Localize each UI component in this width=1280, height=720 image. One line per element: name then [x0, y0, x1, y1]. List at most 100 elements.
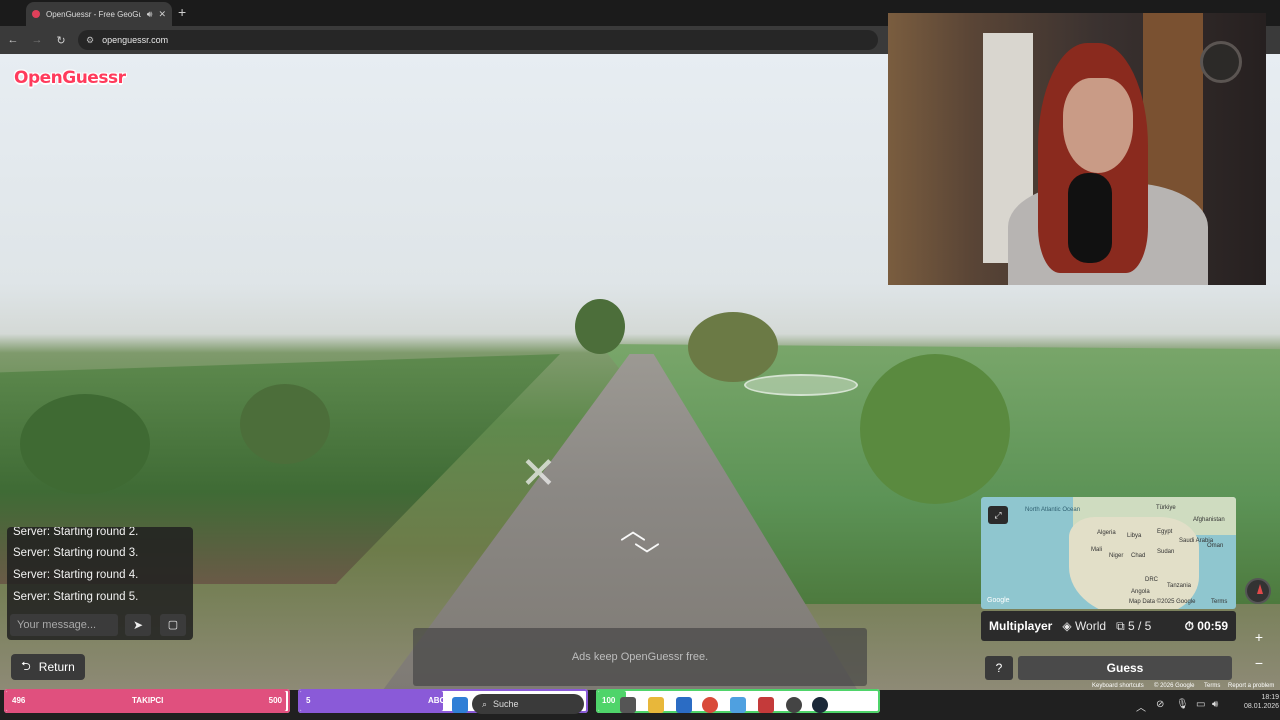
chrome-icon[interactable] [702, 697, 718, 713]
map-land-africa [1069, 517, 1199, 609]
network-icon[interactable]: ⊘ [1156, 699, 1164, 710]
map-label: Sudan [1157, 549, 1175, 555]
steam-icon[interactable] [812, 697, 828, 713]
chat-toggle-icon[interactable]: ▢ [160, 614, 186, 636]
task-view-icon[interactable] [620, 697, 636, 713]
compass-needle [1257, 584, 1263, 594]
compass-icon[interactable] [1245, 578, 1271, 604]
timer-icon: ⏱ [1184, 618, 1194, 633]
map-label: Libya [1127, 533, 1142, 539]
goal-target: 1000 [856, 696, 874, 705]
system-clock[interactable]: 18:19 08.01.2026 [1244, 693, 1279, 711]
tree [860, 354, 1010, 504]
volume-icon[interactable]: 🔊︎ [1212, 699, 1218, 710]
map-label: Oman [1207, 543, 1224, 549]
app-icon[interactable] [758, 697, 774, 713]
file-explorer-icon[interactable] [648, 697, 664, 713]
tree [688, 312, 778, 382]
map-label: Angola [1131, 589, 1150, 595]
guess-button[interactable]: Guess [1018, 656, 1232, 680]
copyright-text: © 2026 Google [1154, 683, 1195, 689]
road-marker: ✕ [520, 449, 557, 498]
map-label: Algeria [1097, 530, 1116, 536]
search-icon: ⌕ [482, 698, 488, 709]
tree [20, 394, 150, 494]
keyboard-shortcuts-link[interactable]: Keyboard shortcuts [1092, 683, 1144, 689]
round-counter: 5 / 5 [1127, 618, 1152, 633]
reload-icon[interactable]: ↻ [50, 34, 72, 47]
clock-date: 08.01.2026 [1244, 703, 1280, 710]
send-icon[interactable]: ➤ [125, 614, 151, 636]
goal-fill [300, 691, 443, 711]
timer: ⏱ 00:59 [1185, 619, 1228, 634]
dartboard [1200, 41, 1242, 83]
move-cursor-ring [744, 374, 858, 396]
move-back-arrow[interactable]: ﹀ [620, 543, 674, 569]
guess-map[interactable]: North Atlantic Ocean Türkiye Afghanistan… [981, 497, 1236, 609]
zoom-out-button[interactable]: − [1250, 654, 1268, 672]
store-icon[interactable] [676, 697, 692, 713]
round-info: ⧉ 5 / 5 [1116, 619, 1151, 634]
tab-openguessr[interactable]: OpenGuessr - Free GeoGue 🔊︎ ✕ [26, 2, 172, 26]
chat-message: Server: Starting round 5. [13, 591, 139, 603]
app-icon[interactable] [786, 697, 802, 713]
goal-current: 496 [12, 696, 26, 705]
windows-start-icon[interactable] [452, 697, 468, 713]
goal-label: TAKIPCI [132, 696, 164, 705]
display-icon[interactable]: ▭ [1196, 699, 1205, 710]
chat-input[interactable]: Your message... [10, 614, 118, 636]
region-info: ◈ World [1062, 619, 1106, 633]
zoom-in-button[interactable]: + [1250, 628, 1268, 646]
google-logo: Google [987, 597, 1010, 604]
map-label: Chad [1131, 553, 1146, 559]
tab-title: OpenGuessr - Free GeoGue [46, 9, 141, 19]
move-forward-arrow[interactable]: ︿ [606, 517, 660, 543]
forward-icon[interactable]: → [26, 34, 48, 46]
follower-goal-bar: 496 TAKIPCI 500 [4, 689, 290, 713]
goal-current: 100 [602, 696, 616, 705]
address-bar[interactable]: ⚙ openguessr.com [78, 30, 878, 50]
chat-message: Server: Starting round 4. [13, 569, 139, 581]
map-terms-link[interactable]: Terms [1211, 599, 1227, 605]
rounds-icon: ⧉ [1116, 618, 1125, 633]
new-tab-button[interactable]: + [178, 5, 186, 19]
mic-icon[interactable]: 🎙︎ [1176, 699, 1189, 710]
return-icon: ⮌ [21, 658, 31, 673]
ad-banner: Ads keep OpenGuessr free. [413, 628, 867, 686]
microphone [1068, 173, 1112, 263]
map-label: Türkiye [1156, 505, 1176, 511]
return-button[interactable]: ⮌ Return [11, 654, 85, 680]
map-label: Tanzania [1167, 583, 1192, 589]
help-button[interactable]: ? [985, 656, 1013, 680]
clock-time: 18:19 [1261, 694, 1280, 701]
tab-close-button[interactable]: ✕ [158, 9, 166, 20]
layers-icon: ◈ [1062, 619, 1072, 633]
openguessr-logo[interactable]: OpenGuessr [14, 68, 126, 88]
streamer-face [1063, 78, 1133, 173]
url-text: openguessr.com [102, 35, 169, 45]
map-label: Mali [1091, 547, 1103, 553]
webcam-overlay [888, 13, 1266, 285]
expand-map-icon[interactable]: ⤢ [988, 506, 1008, 524]
tray-chevron-icon[interactable]: ︿ [1136, 699, 1146, 714]
tree [575, 299, 625, 354]
favicon-icon [32, 10, 40, 18]
app-icon[interactable] [730, 697, 746, 713]
terms-link[interactable]: Terms [1204, 683, 1220, 689]
back-icon[interactable]: ← [2, 34, 24, 46]
taskbar-search[interactable]: ⌕ Suche [472, 694, 584, 714]
goal-current: 5 [306, 696, 311, 705]
report-problem-link[interactable]: Report a problem [1228, 683, 1274, 689]
map-label: Afghanistan [1193, 517, 1225, 523]
chat-message: Server: Starting round 2. [13, 527, 139, 538]
timer-value: 00:59 [1197, 618, 1228, 633]
map-attribution: Map Data ©2025 Google [1129, 599, 1196, 605]
return-label: Return [38, 660, 75, 674]
game-mode: Multiplayer [989, 619, 1053, 633]
map-label: Niger [1109, 553, 1124, 559]
map-label: Egypt [1157, 529, 1173, 535]
map-label: DRC [1145, 577, 1158, 583]
site-info-icon[interactable]: ⚙ [86, 35, 94, 46]
speaker-icon[interactable]: 🔊︎ [147, 9, 153, 20]
region-label: World [1074, 619, 1107, 633]
